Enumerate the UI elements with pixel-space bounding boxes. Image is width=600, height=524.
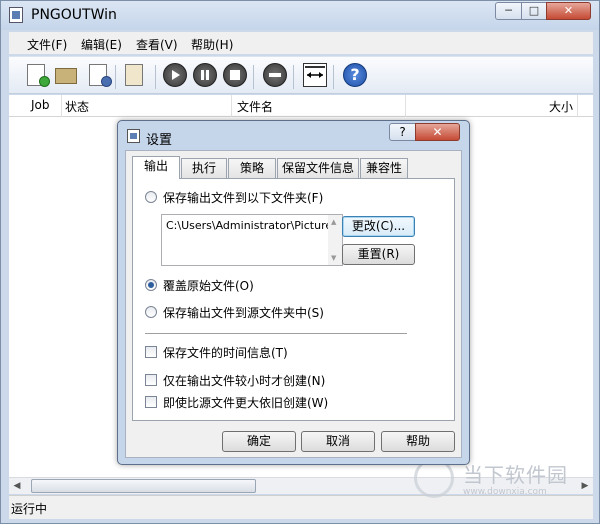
column-separator: [231, 95, 232, 117]
toolbar-separator: [253, 65, 254, 89]
checkbox-only-smaller-label[interactable]: 仅在输出文件较小时才创建(N): [163, 372, 325, 389]
play-icon[interactable]: [163, 63, 187, 87]
dialog-help-button[interactable]: ?: [389, 123, 416, 141]
new-file-icon[interactable]: [27, 64, 50, 87]
scroll-right-arrow[interactable]: ▶: [577, 478, 593, 494]
title-bar: PNGOUTWin ─ □ ✕: [1, 1, 599, 30]
menu-help[interactable]: 帮助(H): [191, 36, 233, 53]
help-icon[interactable]: ?: [343, 63, 367, 87]
column-size[interactable]: 大小: [549, 98, 573, 115]
help-button[interactable]: 帮助: [381, 431, 455, 452]
cancel-button[interactable]: 取消: [301, 431, 375, 452]
column-separator: [577, 95, 578, 117]
remove-icon[interactable]: [263, 63, 287, 87]
dialog-title: 设置: [146, 133, 173, 148]
checkbox-even-larger[interactable]: [145, 396, 157, 408]
radio-save-to-source-label[interactable]: 保存输出文件到源文件夹中(S): [163, 304, 324, 321]
dialog-icon: [127, 129, 140, 143]
tab-compatibility[interactable]: 兼容性: [360, 158, 408, 178]
status-bar: 运行中: [9, 495, 593, 519]
close-button[interactable]: ✕: [546, 2, 591, 20]
tab-output[interactable]: 输出: [132, 156, 180, 179]
toolbar-separator: [155, 65, 156, 89]
paste-icon[interactable]: [125, 64, 143, 86]
checkbox-only-smaller[interactable]: [145, 374, 157, 386]
menu-bar: 文件(F) 编辑(E) 查看(V) 帮助(H): [9, 32, 593, 54]
column-separator: [61, 95, 62, 117]
checkbox-keep-time-label[interactable]: 保存文件的时间信息(T): [163, 344, 288, 361]
toolbar-separator: [293, 65, 294, 89]
change-button[interactable]: 更改(C)...: [342, 216, 415, 237]
reset-button[interactable]: 重置(R): [342, 244, 415, 265]
tab-strategy[interactable]: 策略: [228, 158, 276, 178]
list-header: Job 状态 文件名 大小: [9, 95, 593, 117]
dialog-close-button[interactable]: ✕: [415, 123, 460, 141]
status-text: 运行中: [11, 502, 48, 516]
menu-view[interactable]: 查看(V): [136, 36, 178, 53]
maximize-button[interactable]: □: [521, 2, 547, 20]
radio-save-to-source[interactable]: [145, 306, 157, 318]
toolbar-separator: [333, 65, 334, 89]
window-title: PNGOUTWin: [31, 7, 117, 23]
ok-button[interactable]: 确定: [222, 431, 296, 452]
output-path-text: C:\Users\Administrator\Pictures: [166, 219, 338, 232]
toolbar-separator: [115, 65, 116, 89]
output-path-field[interactable]: C:\Users\Administrator\Pictures ▲ ▼: [161, 214, 343, 266]
scroll-left-arrow[interactable]: ◀: [9, 478, 25, 494]
radio-save-to-folder-label[interactable]: 保存输出文件到以下文件夹(F): [163, 189, 323, 206]
checkbox-keep-time[interactable]: [145, 346, 157, 358]
pause-icon[interactable]: [193, 63, 217, 87]
tab-preserve-info[interactable]: 保留文件信息: [277, 158, 359, 178]
column-job[interactable]: Job: [31, 98, 50, 112]
watermark-url: www.downxia.com: [463, 487, 547, 497]
minimize-button[interactable]: ─: [495, 2, 522, 20]
path-scrollbar[interactable]: ▲ ▼: [328, 215, 342, 265]
watermark-text: 当下软件园: [463, 463, 568, 487]
toolbar: ?: [9, 56, 593, 94]
menu-edit[interactable]: 编辑(E): [81, 36, 122, 53]
file-info-icon[interactable]: [89, 64, 112, 87]
menu-file[interactable]: 文件(F): [27, 36, 67, 53]
fit-width-icon[interactable]: [303, 63, 327, 87]
column-status[interactable]: 状态: [65, 98, 89, 115]
section-divider: [145, 333, 407, 334]
tab-execute[interactable]: 执行: [181, 158, 227, 178]
checkbox-even-larger-label[interactable]: 即使比源文件更大依旧创建(W): [163, 394, 328, 411]
add-folder-icon[interactable]: [55, 68, 77, 84]
dialog-body: 输出 执行 策略 保留文件信息 兼容性 保存输出文件到以下文件夹(F) C:\U…: [125, 150, 462, 458]
radio-save-to-folder[interactable]: [145, 191, 157, 203]
settings-dialog: 设置 ? ✕ 输出 执行 策略 保留文件信息 兼容性 保存输出文件到以下文件夹(…: [117, 120, 470, 465]
scroll-thumb[interactable]: [31, 479, 256, 493]
column-filename[interactable]: 文件名: [237, 98, 273, 115]
app-icon: [9, 7, 23, 23]
stop-icon[interactable]: [223, 63, 247, 87]
radio-overwrite[interactable]: [145, 279, 157, 291]
output-tab-panel: 保存输出文件到以下文件夹(F) C:\Users\Administrator\P…: [132, 178, 455, 421]
radio-overwrite-label[interactable]: 覆盖原始文件(O): [163, 277, 254, 294]
column-separator: [405, 95, 406, 117]
